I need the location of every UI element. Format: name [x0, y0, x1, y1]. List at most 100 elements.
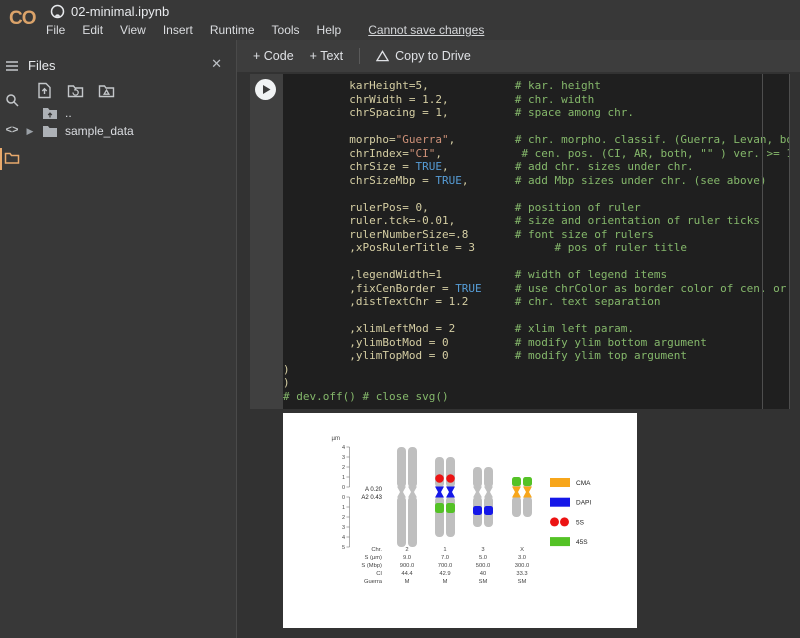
svg-text:42.9: 42.9 [439, 571, 450, 577]
refresh-folder-icon[interactable] [67, 82, 84, 99]
svg-text:44.4: 44.4 [401, 571, 413, 577]
code-line[interactable]: ,ylimBotMod = 0 # modify ylim bottom arg… [283, 336, 789, 350]
svg-text:3: 3 [481, 547, 484, 553]
add-code-button[interactable]: + Code [253, 49, 294, 63]
svg-text:7.0: 7.0 [441, 555, 449, 561]
svg-text:5S: 5S [576, 519, 585, 526]
run-cell-button[interactable] [255, 79, 276, 100]
active-tab-indicator [0, 148, 2, 170]
folder-icon[interactable] [4, 150, 20, 166]
svg-text:X: X [520, 547, 524, 553]
svg-text:4: 4 [342, 535, 345, 541]
chevron-right-icon[interactable]: ▶ [24, 126, 36, 137]
svg-text:900.0: 900.0 [400, 563, 415, 569]
tree-item-parent[interactable]: .. [24, 104, 234, 122]
code-line[interactable]: ,fixCenBorder = TRUE # use chrColor as b… [283, 282, 789, 296]
code-line[interactable] [283, 187, 789, 201]
svg-text:CMA: CMA [576, 480, 591, 487]
code-line[interactable]: chrSpacing = 1, # space among chr. [283, 106, 789, 120]
code-line[interactable]: karHeight=5, # kar. height [283, 79, 789, 93]
file-row: 02-minimal.ipynb [50, 4, 169, 19]
svg-text:SM: SM [518, 579, 527, 585]
code-line[interactable]: chrSize = TRUE, # add chr. sizes under c… [283, 160, 789, 174]
code-lines: karHeight=5, # kar. height chrWidth = 1.… [283, 79, 789, 403]
svg-text:300.0: 300.0 [515, 563, 530, 569]
code-icon[interactable]: <> [4, 124, 20, 140]
svg-text:3: 3 [342, 525, 345, 531]
toc-icon[interactable] [4, 58, 20, 74]
svg-text:S (Mbp): S (Mbp) [361, 563, 382, 569]
save-status-link[interactable]: Cannot save changes [368, 23, 484, 37]
svg-text:M: M [443, 579, 448, 585]
code-line[interactable]: ,ylimTopMod = 0 # modify ylim top argume… [283, 349, 789, 363]
svg-text:2: 2 [405, 547, 408, 553]
code-line[interactable]: ,xlimLeftMod = 2 # xlim left param. [283, 322, 789, 336]
menu-runtime[interactable]: Runtime [210, 23, 255, 37]
svg-text:A 0.20: A 0.20 [365, 487, 383, 493]
code-line[interactable]: ) [283, 363, 789, 377]
code-cell: karHeight=5, # kar. height chrWidth = 1.… [250, 74, 790, 409]
copy-to-drive-label: Copy to Drive [395, 49, 471, 63]
menu-items: File Edit View Insert Runtime Tools Help [46, 23, 358, 37]
copy-to-drive-button[interactable]: Copy to Drive [376, 49, 471, 63]
menu-bar: File Edit View Insert Runtime Tools Help Canno… [46, 23, 484, 37]
toolbar-divider [359, 48, 360, 64]
notebook-toolbar: + Code + Text Copy to Drive [237, 40, 800, 72]
code-line[interactable]: chrWidth = 1.2, # chr. width [283, 93, 789, 107]
svg-text:SM: SM [479, 579, 488, 585]
menu-insert[interactable]: Insert [163, 23, 193, 37]
drive-icon [376, 50, 389, 62]
code-line[interactable]: ,distTextChr = 1.2 # chr. text separatio… [283, 295, 789, 309]
files-actions [36, 82, 115, 99]
svg-text:2: 2 [342, 515, 345, 521]
code-line[interactable] [283, 255, 789, 269]
code-line[interactable]: rulerPos= 0, # position of ruler [283, 201, 789, 215]
close-icon[interactable]: ✕ [211, 56, 222, 72]
code-line[interactable]: ) [283, 376, 789, 390]
svg-text:M: M [405, 579, 410, 585]
menu-help[interactable]: Help [317, 23, 342, 37]
notebook-filename[interactable]: 02-minimal.ipynb [71, 4, 169, 19]
code-line[interactable]: rulerNumberSize=.8 # font size of rulers [283, 228, 789, 242]
menu-tools[interactable]: Tools [272, 23, 300, 37]
add-text-button[interactable]: + Text [310, 49, 343, 63]
code-line[interactable]: morpho="Guerra", # chr. morpho. classif.… [283, 133, 789, 147]
menu-edit[interactable]: Edit [82, 23, 103, 37]
svg-text:A2 0.43: A2 0.43 [361, 495, 382, 501]
svg-text:1: 1 [342, 505, 345, 511]
svg-text:Guerra: Guerra [364, 579, 383, 585]
menu-view[interactable]: View [120, 23, 146, 37]
file-tree: .. ▶ sample_data [24, 104, 234, 140]
code-line[interactable]: chrSizeMbp = TRUE, # add Mbp sizes under… [283, 174, 789, 188]
upload-file-icon[interactable] [36, 82, 53, 99]
app-header: CO 02-minimal.ipynb File Edit View Insert Ru… [0, 0, 800, 40]
svg-text:4: 4 [342, 445, 345, 451]
code-line[interactable] [283, 309, 789, 323]
svg-text:9.0: 9.0 [403, 555, 411, 561]
tree-item-sample-data[interactable]: ▶ sample_data [24, 122, 234, 140]
folder-glyph-icon [42, 125, 58, 138]
svg-text:33.3: 33.3 [516, 571, 527, 577]
column-ruler [762, 74, 763, 409]
code-line[interactable]: ruler.tck=-0.01, # size and orientation … [283, 214, 789, 228]
search-icon[interactable] [4, 92, 20, 108]
code-line[interactable]: # dev.off() # close svg() [283, 390, 789, 404]
files-panel-title: Files [28, 58, 55, 73]
code-editor[interactable]: karHeight=5, # kar. height chrWidth = 1.… [283, 74, 790, 409]
code-line[interactable]: ,xPosRulerTitle = 3 # pos of ruler title [283, 241, 789, 255]
mount-drive-icon[interactable] [98, 82, 115, 99]
files-panel: Files ✕ .. [24, 40, 237, 638]
code-line[interactable] [283, 120, 789, 134]
code-line[interactable]: ,legendWidth=1 # width of legend items [283, 268, 789, 282]
svg-text:1: 1 [342, 475, 345, 481]
colab-logo[interactable]: CO [9, 8, 36, 30]
svg-text:5: 5 [342, 545, 345, 551]
code-line[interactable]: chrIndex="CI", # cen. pos. (CI, AR, both… [283, 147, 789, 161]
svg-text:3.0: 3.0 [518, 555, 526, 561]
menu-file[interactable]: File [46, 23, 65, 37]
tree-item-label: .. [65, 106, 72, 120]
svg-text:CI: CI [376, 571, 382, 577]
svg-text:2: 2 [342, 465, 345, 471]
svg-text:3: 3 [342, 455, 345, 461]
svg-text:5.0: 5.0 [479, 555, 487, 561]
